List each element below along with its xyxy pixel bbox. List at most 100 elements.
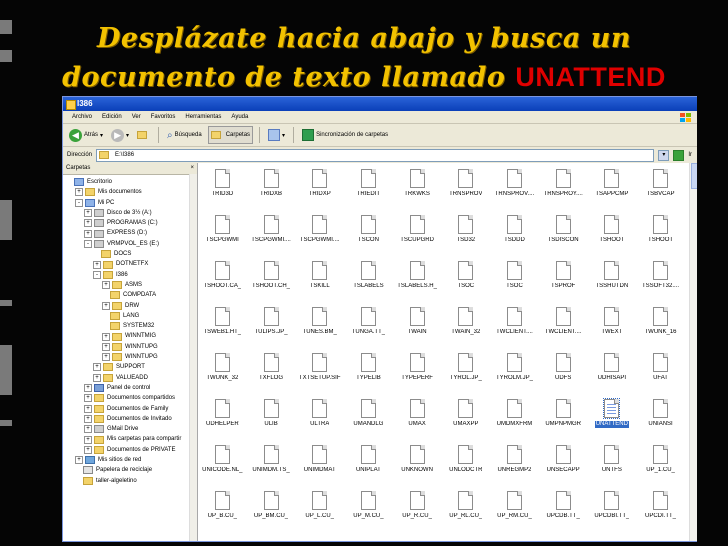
file-item[interactable]: UP_L.CU_	[295, 485, 344, 531]
file-item[interactable]: TRNSPROV....	[490, 163, 539, 209]
file-item[interactable]: TWUNK_32	[198, 347, 247, 393]
file-item[interactable]: TUNGA.TT_	[344, 301, 393, 347]
go-button-label[interactable]: Ir	[688, 152, 692, 158]
file-item[interactable]: TSD32	[441, 209, 490, 255]
file-item[interactable]: UNIANSI	[636, 393, 685, 439]
file-item[interactable]: UNSECAPP	[539, 439, 588, 485]
tree-item[interactable]: Escritorio	[63, 177, 197, 187]
tree-item[interactable]: + DRW	[63, 301, 197, 311]
expand-icon[interactable]: +	[102, 332, 110, 341]
tree-item[interactable]: + WINNTMIG	[63, 331, 197, 341]
tree-item[interactable]: + GMail Drive	[63, 424, 197, 434]
file-item[interactable]: UNKNOWN	[393, 439, 442, 485]
tree-item[interactable]: + Mis sitios de red	[63, 455, 197, 465]
tree-item[interactable]: + WINNTUPG	[63, 352, 197, 362]
tree-item[interactable]: + Documentos de Family	[63, 404, 197, 414]
file-item[interactable]: TSCUPGRD	[393, 209, 442, 255]
tree-item[interactable]: + Documentos de PRIVATE	[63, 445, 197, 455]
file-item[interactable]: TRIDXP	[295, 163, 344, 209]
file-item[interactable]: UP_RM.CU_	[490, 485, 539, 531]
back-button[interactable]: ◀ Atrás ▾	[67, 127, 105, 143]
file-item[interactable]: TWUNK_16	[636, 301, 685, 347]
file-item[interactable]: TSDDD	[490, 209, 539, 255]
file-item[interactable]: TRIDXB	[247, 163, 296, 209]
expand-icon[interactable]: +	[102, 301, 110, 310]
file-item[interactable]: UP_1.CU_	[636, 439, 685, 485]
file-item[interactable]: UDFS	[539, 347, 588, 393]
expand-icon[interactable]: +	[75, 188, 83, 197]
file-item[interactable]: UNIMDM.TS_	[247, 439, 296, 485]
file-item[interactable]: UNTFS	[588, 439, 637, 485]
file-item[interactable]: UFAT	[636, 347, 685, 393]
file-item[interactable]: TULIPS.JP_	[247, 301, 296, 347]
file-item[interactable]: TRKWKS	[393, 163, 442, 209]
expand-icon[interactable]: +	[93, 373, 101, 382]
expand-icon[interactable]: +	[84, 219, 92, 228]
file-item[interactable]: TSHOOT.CH_	[247, 255, 296, 301]
file-item[interactable]: UPCDBI.TT_	[588, 485, 637, 531]
file-item[interactable]: UDHISAPI	[588, 347, 637, 393]
file-item[interactable]: TWCLIENT....	[490, 301, 539, 347]
file-item[interactable]: TRIEDIT	[344, 163, 393, 209]
window-titlebar[interactable]: I386	[63, 97, 698, 111]
collapse-icon[interactable]: -	[84, 239, 92, 248]
expand-icon[interactable]: +	[84, 209, 92, 218]
file-item-selected[interactable]: UNATTEND	[588, 393, 637, 439]
file-item[interactable]: TXFLOG	[247, 347, 296, 393]
menu-ayuda[interactable]: Ayuda	[226, 111, 253, 123]
go-arrow-icon[interactable]	[673, 149, 685, 161]
expand-icon[interactable]: +	[84, 394, 92, 403]
expand-icon[interactable]: +	[93, 363, 101, 372]
expand-icon[interactable]: +	[102, 342, 110, 351]
tree-item[interactable]: Papelera de reciclaje	[63, 465, 197, 475]
file-item[interactable]: TYROL.JP_	[441, 347, 490, 393]
expand-icon[interactable]: +	[84, 445, 92, 454]
expand-icon[interactable]: +	[84, 425, 92, 434]
file-item[interactable]: UNICODE.NL_	[198, 439, 247, 485]
folder-tree-scrollbar[interactable]	[189, 174, 197, 541]
address-input[interactable]: E:\I386	[96, 148, 655, 162]
sync-folders-button[interactable]: Sincronización de carpetas	[300, 127, 390, 143]
file-item[interactable]: TSHOOT	[636, 209, 685, 255]
tree-item[interactable]: + Mis carpetas para compartir	[63, 434, 197, 444]
file-item[interactable]: TSCPGWMI....	[247, 209, 296, 255]
file-item[interactable]: UNIMDMAT	[295, 439, 344, 485]
file-item[interactable]: UP_RL.CU_	[441, 485, 490, 531]
file-item[interactable]: UP_B.CU_	[198, 485, 247, 531]
tree-item[interactable]: + EXPRESS (D:)	[63, 228, 197, 238]
tree-item[interactable]: + Documentos compartidos	[63, 393, 197, 403]
file-item[interactable]: UMPNPMGR	[539, 393, 588, 439]
file-item[interactable]: TSSOFT32....	[636, 255, 685, 301]
file-item[interactable]: UP_M.CU_	[344, 485, 393, 531]
collapse-icon[interactable]: -	[75, 198, 83, 207]
file-item[interactable]: TSDISCON	[539, 209, 588, 255]
tree-item[interactable]: + Panel de control	[63, 383, 197, 393]
file-item[interactable]: ULIB	[247, 393, 296, 439]
tree-item[interactable]: DOCS	[63, 249, 197, 259]
folders-button[interactable]: Carpetas	[207, 126, 254, 144]
file-item[interactable]: UMAXPP	[441, 393, 490, 439]
file-item[interactable]: UP_R.CU_	[393, 485, 442, 531]
file-item[interactable]: TSPROF	[539, 255, 588, 301]
file-item[interactable]: UDHELPER	[198, 393, 247, 439]
file-item[interactable]: UNLODCTR	[441, 439, 490, 485]
menu-archivo[interactable]: Archivo	[67, 111, 97, 123]
file-item[interactable]: TWCLIENT....	[539, 301, 588, 347]
expand-icon[interactable]: +	[84, 229, 92, 238]
expand-icon[interactable]: +	[84, 435, 92, 444]
tree-item[interactable]: COMPDATA	[63, 290, 197, 300]
views-button[interactable]: ▾	[266, 127, 287, 143]
file-item[interactable]: TSLABELS.H_	[393, 255, 442, 301]
menu-edicion[interactable]: Edición	[97, 111, 127, 123]
file-item[interactable]: TRID3D	[198, 163, 247, 209]
tree-item[interactable]: + SUPPORT	[63, 362, 197, 372]
file-item[interactable]: TSBVCAP	[636, 163, 685, 209]
file-item[interactable]: TYPELIB	[344, 347, 393, 393]
tree-item[interactable]: + Documentos de Invitado	[63, 414, 197, 424]
tree-item[interactable]: + ASMS	[63, 280, 197, 290]
tree-item[interactable]: - I386	[63, 270, 197, 280]
tree-item[interactable]: + Disco de 3½ (A:)	[63, 208, 197, 218]
expand-icon[interactable]: +	[84, 384, 92, 393]
file-item[interactable]: UMAX	[393, 393, 442, 439]
file-item[interactable]: UPCDB.TT_	[539, 485, 588, 531]
